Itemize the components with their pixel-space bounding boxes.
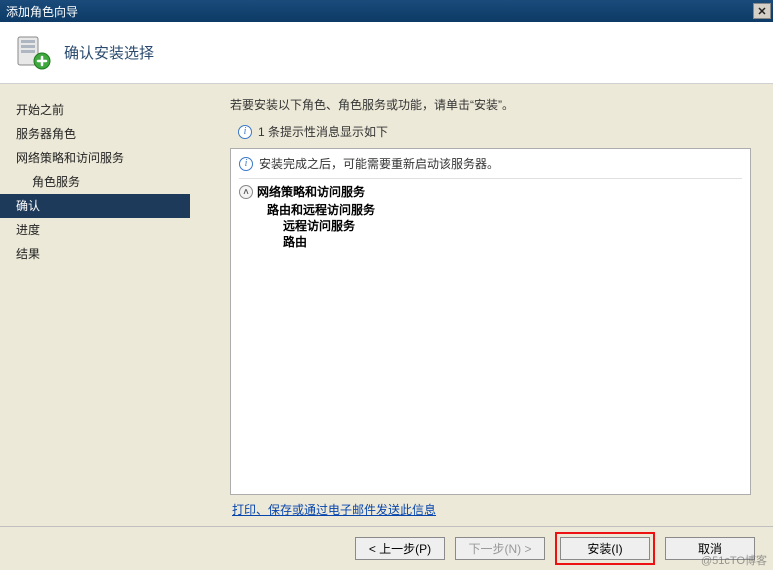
instruction-text: 若要安装以下角色、角色服务或功能，请单击“安装”。 [230, 96, 751, 113]
page-title: 确认安装选择 [64, 42, 154, 63]
tip-text: 1 条提示性消息显示如下 [258, 123, 388, 140]
install-button-highlight: 安装(I) [555, 532, 655, 565]
tree-item-routing: 路由 [239, 234, 742, 250]
server-icon [12, 33, 52, 73]
tree-item-rras: 路由和远程访问服务 [239, 202, 742, 218]
wizard-nav: 开始之前 服务器角色 网络策略和访问服务 角色服务 确认 进度 结果 [0, 84, 190, 526]
tip-row: i 1 条提示性消息显示如下 [230, 123, 751, 140]
role-group-title: 网络策略和访问服务 [257, 183, 365, 200]
nav-server-roles[interactable]: 服务器角色 [0, 122, 190, 146]
info-icon: i [238, 125, 252, 139]
wizard-footer: < 上一步(P) 下一步(N) > 安装(I) 取消 [0, 526, 773, 570]
close-icon[interactable]: ✕ [753, 3, 771, 19]
nav-progress[interactable]: 进度 [0, 218, 190, 242]
detail-panel: i 安装完成之后，可能需要重新启动该服务器。 ˄ 网络策略和访问服务 路由和远程… [230, 148, 751, 495]
install-button[interactable]: 安装(I) [560, 537, 650, 560]
role-group-header[interactable]: ˄ 网络策略和访问服务 [239, 178, 742, 202]
nav-network-policy[interactable]: 网络策略和访问服务 [0, 146, 190, 170]
next-button: 下一步(N) > [455, 537, 545, 560]
previous-button[interactable]: < 上一步(P) [355, 537, 445, 560]
print-save-email-link[interactable]: 打印、保存或通过电子邮件发送此信息 [232, 501, 751, 518]
main-area: 开始之前 服务器角色 网络策略和访问服务 角色服务 确认 进度 结果 若要安装以… [0, 84, 773, 526]
nav-role-services[interactable]: 角色服务 [0, 170, 190, 194]
nav-confirmation[interactable]: 确认 [0, 194, 190, 218]
chevron-up-icon[interactable]: ˄ [239, 185, 253, 199]
tree-item-remote-access: 远程访问服务 [239, 218, 742, 234]
content-pane: 若要安装以下角色、角色服务或功能，请单击“安装”。 i 1 条提示性消息显示如下… [190, 84, 773, 526]
restart-notice-text: 安装完成之后，可能需要重新启动该服务器。 [259, 155, 499, 172]
window-title: 添加角色向导 [6, 3, 78, 20]
titlebar[interactable]: 添加角色向导 ✕ [0, 0, 773, 22]
header-banner: 确认安装选择 [0, 22, 773, 84]
info-icon: i [239, 157, 253, 171]
nav-before-you-begin[interactable]: 开始之前 [0, 98, 190, 122]
nav-results[interactable]: 结果 [0, 242, 190, 266]
cancel-button[interactable]: 取消 [665, 537, 755, 560]
restart-notice-row: i 安装完成之后，可能需要重新启动该服务器。 [239, 155, 742, 172]
